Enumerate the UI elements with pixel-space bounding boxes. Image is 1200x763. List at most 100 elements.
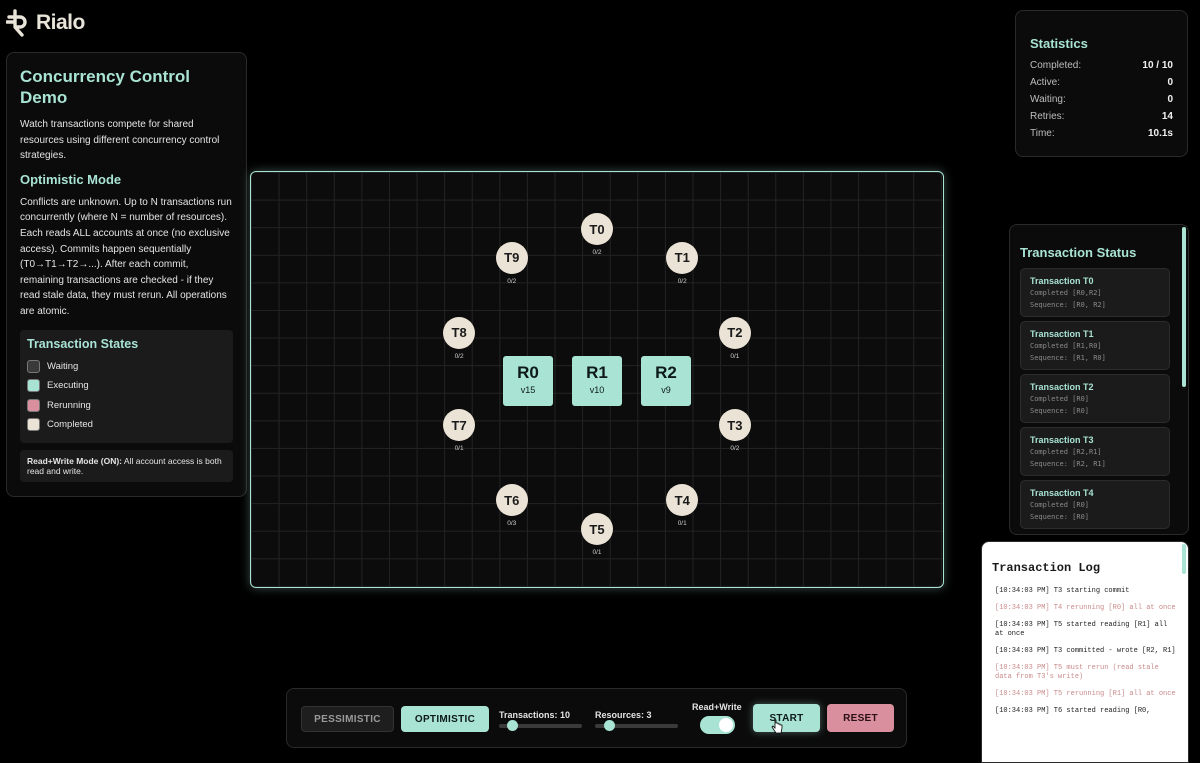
stat-row-active: Active: 0 bbox=[1030, 74, 1173, 91]
transaction-status-title: Transaction Status bbox=[1020, 245, 1137, 260]
transaction-progress: 0/2 bbox=[454, 352, 464, 360]
transaction-progress: 0/3 bbox=[507, 520, 517, 528]
stat-value: 10.1s bbox=[1147, 128, 1173, 139]
card-title: Transaction T1 bbox=[1030, 329, 1094, 339]
statistics-panel: Statistics Completed: 10 / 10 Active: 0 Wait… bbox=[1015, 10, 1188, 157]
stat-label: Active: bbox=[1030, 77, 1061, 88]
logo: Rialo bbox=[6, 9, 85, 37]
transaction-status-card[interactable]: Transaction T3 Completed [R2,R1] Sequence:… bbox=[1020, 427, 1170, 476]
transaction-log-title: Transaction Log bbox=[992, 561, 1101, 575]
card-state: Completed [R1,R0] bbox=[1030, 342, 1102, 350]
resource-name: R1 bbox=[586, 363, 608, 382]
stat-label: Completed: bbox=[1030, 60, 1082, 71]
state-label: Completed bbox=[47, 419, 93, 431]
resources-slider-thumb[interactable] bbox=[604, 720, 615, 731]
transaction-t8[interactable]: T8 bbox=[443, 316, 476, 349]
stat-label: Time: bbox=[1030, 128, 1055, 139]
transaction-t7[interactable]: T7 bbox=[443, 409, 476, 442]
transaction-status-card[interactable]: Transaction T1 Completed [R1,R0] Sequence:… bbox=[1020, 321, 1170, 370]
transaction-progress: 0/2 bbox=[730, 445, 740, 453]
stat-row-completed: Completed: 10 / 10 bbox=[1030, 57, 1173, 74]
transaction-progress: 0/1 bbox=[454, 445, 464, 453]
transaction-status-panel[interactable]: Transaction Status Transaction T0 Complet… bbox=[1009, 224, 1189, 535]
log-entry: [10:34:03 PM] T4 rerunning [R0] all at o… bbox=[995, 604, 1176, 612]
info-panel: Concurrency Control Demo Watch transacti… bbox=[6, 52, 247, 497]
transaction-t4[interactable]: T4 bbox=[666, 484, 699, 517]
transaction-progress: 0/1 bbox=[592, 549, 602, 556]
transaction-status-card[interactable]: Transaction T2 Completed [R0] Sequence: [R… bbox=[1020, 374, 1170, 423]
state-swatch bbox=[27, 418, 40, 432]
statistics-title: Statistics bbox=[1030, 36, 1088, 51]
card-state: Completed [R2,R1] bbox=[1030, 448, 1102, 456]
transaction-t3[interactable]: T3 bbox=[718, 409, 751, 442]
optimistic-button[interactable]: OPTIMISTIC bbox=[401, 706, 489, 732]
hand-cursor-icon bbox=[771, 719, 783, 734]
transaction-progress: 0/1 bbox=[730, 352, 740, 360]
stat-value: 10 / 10 bbox=[1142, 60, 1173, 71]
log-entry: [10:34:03 PM] T5 started reading [R1] al… bbox=[995, 621, 1168, 638]
card-sequence: Sequence: [R1, R0] bbox=[1030, 354, 1106, 362]
transaction-t2[interactable]: T2 bbox=[718, 316, 751, 349]
resource-version: v9 bbox=[661, 385, 671, 395]
card-sequence: Sequence: [R0] bbox=[1030, 407, 1090, 415]
status-scrollbar[interactable] bbox=[1182, 227, 1186, 387]
transaction-progress: 0/2 bbox=[677, 277, 687, 285]
log-entry: [10:34:03 PM] T3 committed - wrote [R2, … bbox=[995, 647, 1176, 655]
card-state: Completed [R0] bbox=[1030, 395, 1090, 403]
state-swatch bbox=[27, 359, 40, 373]
transactions-slider-thumb[interactable] bbox=[507, 720, 518, 731]
transaction-progress: 0/2 bbox=[507, 277, 517, 285]
log-entry: [10:34:03 PM] T5 must rerun (read stale … bbox=[995, 664, 1159, 681]
resource-version: v10 bbox=[589, 385, 605, 395]
transaction-t6[interactable]: T6 bbox=[495, 484, 528, 517]
simulation-canvas: R0 v15 R1 v10 R2 v9 T0 0/2 T1 0/2 T2 0/1 T3 0/2 T4 0/1 T… bbox=[250, 171, 944, 588]
log-entry: [10:34:03 PM] T5 rerunning [R1] all at o… bbox=[995, 690, 1176, 698]
logo-text: Rialo bbox=[36, 11, 85, 34]
transaction-status-card[interactable]: Transaction T4 Completed [R0] Sequence: [R… bbox=[1020, 480, 1170, 529]
card-sequence: Sequence: [R0, R2] bbox=[1030, 301, 1106, 309]
stat-row-time: Time: 10.1s bbox=[1030, 125, 1173, 142]
transaction-t0[interactable]: T0 bbox=[581, 213, 613, 245]
resources-slider-label: Resources: 3 bbox=[595, 710, 652, 720]
state-completed: Completed bbox=[27, 415, 225, 435]
info-title: Concurrency Control Demo bbox=[20, 67, 191, 107]
start-button[interactable]: START bbox=[753, 704, 820, 732]
stat-value: 0 bbox=[1167, 94, 1173, 105]
stat-row-retries: Retries: 14 bbox=[1030, 108, 1173, 125]
transaction-t5[interactable]: T5 bbox=[581, 513, 613, 545]
card-sequence: Sequence: [R2, R1] bbox=[1030, 460, 1106, 468]
stat-label: Retries: bbox=[1030, 111, 1065, 122]
transaction-progress: 0/1 bbox=[677, 520, 687, 528]
state-swatch bbox=[27, 398, 40, 412]
transaction-log-panel[interactable]: Transaction Log [10:34:03 PM] T3 startin… bbox=[981, 541, 1189, 763]
info-description: Watch transactions compete for shared re… bbox=[20, 119, 220, 162]
state-label: Executing bbox=[47, 380, 89, 392]
pessimistic-button[interactable]: PESSIMISTIC bbox=[301, 706, 394, 732]
transaction-progress: 0/2 bbox=[592, 249, 602, 256]
card-state: Completed [R0,R2] bbox=[1030, 289, 1102, 297]
transaction-t1[interactable]: T1 bbox=[666, 241, 699, 274]
read-write-toggle[interactable] bbox=[700, 716, 735, 734]
card-title: Transaction T3 bbox=[1030, 435, 1094, 445]
toggle-knob bbox=[719, 718, 733, 732]
card-state: Completed [R0] bbox=[1030, 501, 1090, 509]
rw-mode-note: Read+Write Mode (ON): All account access… bbox=[20, 449, 233, 482]
mode-title: Optimistic Mode bbox=[20, 171, 122, 187]
reset-button[interactable]: RESET bbox=[827, 704, 894, 732]
transactions-slider-label: Transactions: 10 bbox=[499, 710, 571, 720]
read-write-label: Read+Write bbox=[692, 702, 742, 712]
states-title: Transaction States bbox=[27, 336, 139, 351]
state-rerunning: Rerunning bbox=[27, 396, 225, 416]
resource-version: v15 bbox=[520, 385, 536, 395]
transaction-status-card[interactable]: Transaction T0 Completed [R0,R2] Sequence:… bbox=[1020, 268, 1170, 317]
resource-name: R2 bbox=[655, 363, 677, 382]
transaction-t9[interactable]: T9 bbox=[495, 241, 528, 274]
log-entry: [10:34:03 PM] T3 starting commit bbox=[995, 587, 1130, 595]
rialo-logo-icon bbox=[6, 9, 27, 37]
card-sequence: Sequence: [R0] bbox=[1030, 513, 1090, 521]
state-label: Rerunning bbox=[47, 399, 91, 411]
state-waiting: Waiting bbox=[27, 357, 225, 377]
log-scrollbar[interactable] bbox=[1182, 544, 1186, 574]
stat-value: 14 bbox=[1161, 111, 1173, 122]
card-title: Transaction T2 bbox=[1030, 382, 1094, 392]
